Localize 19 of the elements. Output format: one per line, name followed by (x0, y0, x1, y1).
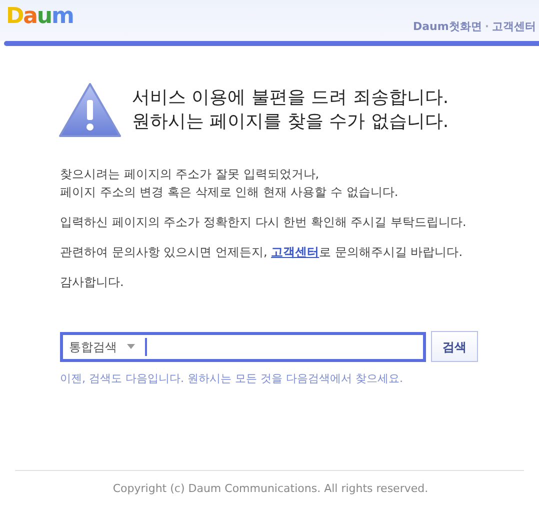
separator-dot: · (484, 19, 489, 35)
message-text: 관련하여 문의사항 있으시면 언제든지, 고객센터로 문의해주시길 바랍니다. (60, 244, 464, 261)
header-link[interactable]: Daum첫화면 (412, 19, 482, 36)
message-text: 입력하신 페이지의 주소가 정확한지 다시 한번 확인해 주시길 부탁드립니다. (60, 214, 468, 231)
daum-logo[interactable]: Daum (6, 6, 74, 28)
customer-center-link[interactable]: 고객센터 (271, 245, 320, 259)
message-text: 페이지 주소의 변경 혹은 삭제로 인해 현재 사용할 수 없습니다. (60, 184, 400, 201)
category-dropdown[interactable]: 통합검색 (67, 338, 137, 356)
header-link[interactable]: 고객센터 (492, 19, 536, 36)
message-text: 감사합니다. (60, 274, 125, 291)
copyright-text: Copyright (c) Daum Communications. All rights reserved. (112, 480, 430, 496)
message-text: 찾으시려는 페이지의 주소가 잘못 입력되었거나, (60, 166, 320, 183)
search-button[interactable]: 검색 (431, 331, 478, 362)
search-hint: 이젠, 검색도 다음입니다. 원하시는 모든 것을 다음검색에서 찾으세요. (60, 371, 404, 387)
warning-icon (58, 82, 122, 138)
caret-icon (127, 344, 135, 349)
headline: 서비스 이용에 불편을 드려 죄송합니다. (132, 86, 449, 110)
search-bar[interactable]: 통합검색 (60, 332, 426, 362)
headline: 원하시는 페이지를 찾을 수가 없습니다. (132, 110, 449, 134)
